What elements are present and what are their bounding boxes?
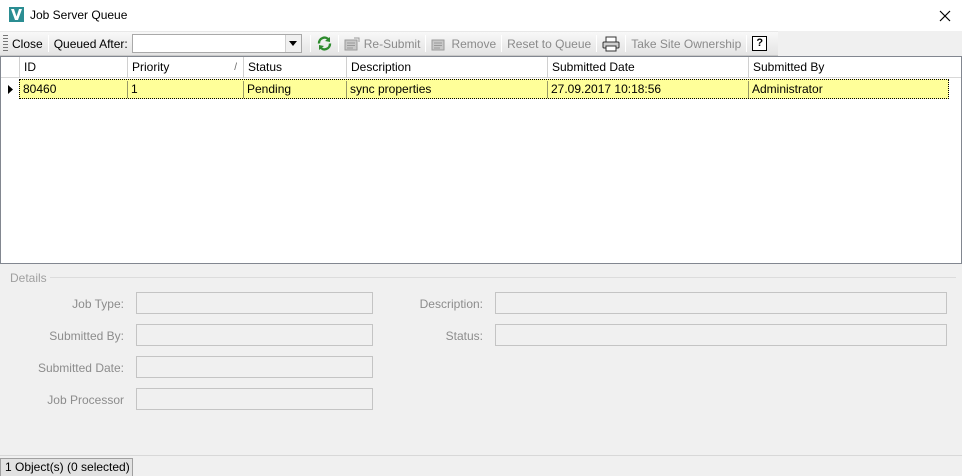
queued-after-label: Queued After:	[53, 36, 128, 51]
column-header-description[interactable]: Description	[347, 57, 548, 78]
toolbar-separator	[47, 35, 49, 52]
window-close-button[interactable]	[928, 0, 962, 31]
take-site-ownership-button[interactable]: Take Site Ownership	[627, 33, 745, 54]
selected-row[interactable]: 80460 1 Pending sync properties 27.09.20…	[19, 79, 949, 99]
column-header-submitted-date[interactable]: Submitted Date	[548, 57, 749, 78]
resubmit-button[interactable]: Re-Submit	[340, 33, 425, 54]
column-header-submitted-by[interactable]: Submitted By	[749, 57, 961, 78]
job-queue-grid[interactable]: ID Priority / Status Description Submitt…	[0, 56, 962, 264]
refresh-icon	[317, 36, 331, 51]
title-bar: Job Server Queue	[0, 0, 962, 31]
submitted-by-label: Submitted By:	[49, 329, 124, 343]
cell-id[interactable]: 80460	[20, 81, 128, 98]
cell-description[interactable]: sync properties	[347, 81, 548, 98]
column-header-id[interactable]: ID	[20, 57, 128, 78]
column-header-priority[interactable]: Priority /	[128, 57, 244, 78]
status-bar: 1 Object(s) (0 selected)	[0, 455, 962, 476]
status-label: Status:	[445, 329, 483, 343]
toolbar-separator	[337, 35, 339, 52]
row-header-corner	[1, 57, 20, 78]
cell-submitted-by[interactable]: Administrator	[749, 81, 948, 98]
details-group-label: Details	[10, 271, 47, 285]
toolbar-separator	[625, 35, 627, 52]
toolbar-separator	[596, 35, 598, 52]
printer-icon	[602, 36, 620, 51]
object-count-status: 1 Object(s) (0 selected)	[0, 458, 133, 476]
cell-submitted-date[interactable]: 27.09.2017 10:18:56	[548, 81, 749, 98]
job-processor-label: Job Processor	[47, 393, 124, 407]
description-field[interactable]	[495, 292, 947, 314]
current-row-indicator-icon	[1, 79, 19, 99]
remove-label: Remove	[451, 36, 497, 51]
job-type-field[interactable]	[136, 292, 373, 314]
dropdown-arrow-button[interactable]	[284, 35, 301, 52]
resubmit-label: Re-Submit	[363, 36, 421, 51]
refresh-button[interactable]	[312, 33, 337, 54]
status-field[interactable]	[495, 324, 947, 346]
window-title: Job Server Queue	[30, 8, 128, 22]
print-button[interactable]	[598, 33, 624, 54]
table-row[interactable]: 80460 1 Pending sync properties 27.09.20…	[1, 79, 961, 99]
queued-after-dropdown[interactable]	[131, 34, 302, 53]
chevron-down-icon	[289, 41, 298, 46]
grid-header: ID Priority / Status Description Submitt…	[1, 57, 961, 78]
submitted-date-label: Submitted Date:	[37, 361, 124, 375]
job-type-label: Job Type:	[72, 297, 124, 311]
reset-to-queue-button[interactable]: Reset to Queue	[503, 33, 595, 54]
remove-icon	[431, 39, 445, 50]
toolbar-separator	[501, 35, 503, 52]
toolbar-separator	[309, 35, 311, 52]
help-button[interactable]: ?	[748, 33, 771, 54]
column-header-priority-label: Priority	[132, 60, 170, 74]
close-icon	[939, 10, 951, 21]
job-processor-field[interactable]	[136, 388, 373, 410]
remove-button[interactable]: Remove	[427, 33, 500, 54]
help-icon: ?	[752, 36, 768, 51]
toolbar-separator	[746, 35, 748, 52]
cell-status[interactable]: Pending	[244, 81, 347, 98]
submitted-date-field[interactable]	[136, 356, 373, 378]
description-label: Description:	[419, 297, 483, 311]
cell-priority[interactable]: 1	[128, 81, 244, 98]
resubmit-icon	[344, 37, 360, 50]
vault-app-icon	[9, 7, 24, 22]
sort-indicator-icon: /	[234, 62, 237, 73]
toolbar: Close Queued After: Re-Submit Remove Res…	[0, 31, 778, 56]
column-header-status[interactable]: Status	[244, 57, 347, 78]
submitted-by-field[interactable]	[136, 324, 373, 346]
details-divider	[50, 277, 956, 278]
close-button[interactable]: Close	[8, 33, 47, 54]
toolbar-separator	[425, 35, 427, 52]
